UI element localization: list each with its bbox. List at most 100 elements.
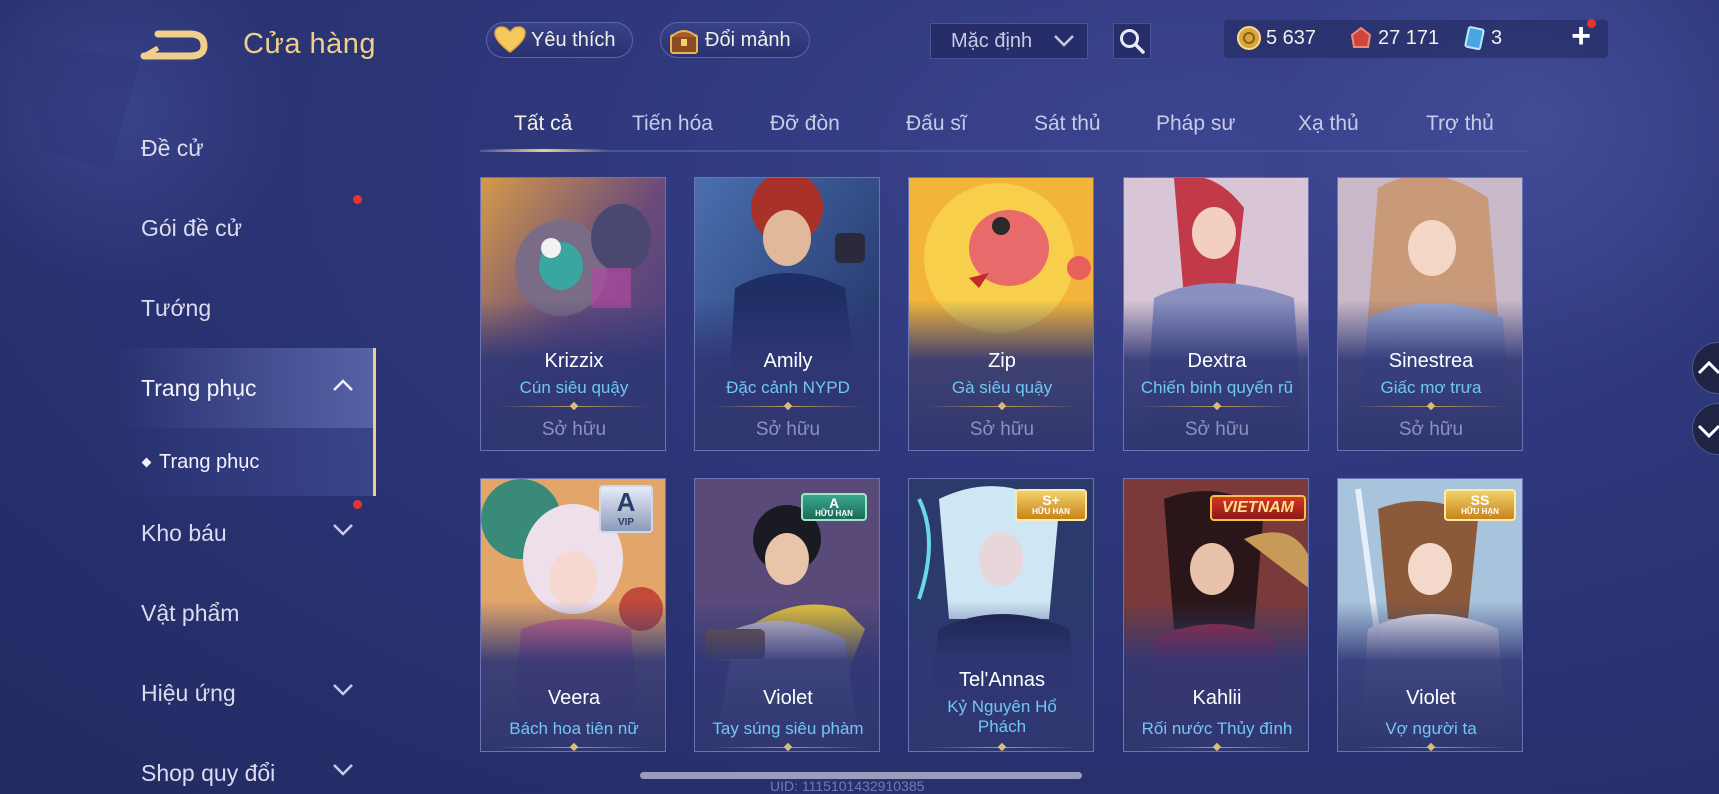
- sidebar-item-label: Hiệu ứng: [141, 679, 236, 706]
- sidebar-item-treasure[interactable]: Kho báu: [0, 493, 376, 573]
- hero-name: Violet: [1406, 687, 1456, 709]
- favorites-button[interactable]: Yêu thích: [486, 22, 633, 58]
- red-voucher-icon: [1350, 26, 1372, 48]
- skin-name: Tay súng siêu phàm: [712, 719, 864, 738]
- sidebar-item-effects[interactable]: Hiệu ứng: [0, 653, 376, 733]
- chevron-down-icon: [333, 524, 353, 536]
- skin-card[interactable]: Dextra Chiến binh quyến rũ Sở hữu: [1123, 177, 1309, 451]
- hero-name: Veera: [547, 687, 601, 709]
- sidebar-item-label: Shop quy đổi: [141, 759, 276, 786]
- card-amount: 3: [1491, 26, 1503, 49]
- notification-dot: [353, 500, 362, 509]
- chevron-up-icon: [333, 379, 353, 391]
- skin-card[interactable]: Zip Gà siêu quậy Sở hữu: [908, 177, 1094, 451]
- owned-status: Sở hữu: [1184, 419, 1250, 440]
- exchange-shards-label: Đổi mảnh: [705, 28, 791, 51]
- skin-card[interactable]: A VIP Veera Bách hoa tiên nữ: [480, 478, 666, 752]
- hero-name: Krizzix: [544, 350, 604, 372]
- tab-mage[interactable]: Pháp sư: [1156, 112, 1235, 136]
- skin-name: Giấc mơ trưa: [1380, 378, 1482, 397]
- home-indicator: [640, 772, 1082, 779]
- sidebar-item-label: Đề cử: [141, 134, 204, 161]
- notification-dot: [353, 195, 362, 204]
- sort-value: Mặc định: [951, 29, 1033, 52]
- tab-fighter[interactable]: Đấu sĩ: [906, 112, 967, 136]
- skin-card[interactable]: Amily Đặc cảnh NYPD Sở hữu: [694, 177, 880, 451]
- skin-card[interactable]: A HỮU HẠN Violet Tay súng siêu phàm: [694, 478, 880, 752]
- skin-card[interactable]: VIETNAM Kahlii Rối nước Thủy đình: [1123, 478, 1309, 752]
- voucher-balance: 27 171: [1348, 25, 1439, 51]
- active-tab-indicator: [480, 149, 608, 152]
- sidebar-item-exchange-shop[interactable]: Shop quy đổi: [0, 733, 376, 794]
- hero-name: Kahlii: [1192, 687, 1242, 709]
- tab-support[interactable]: Trợ thủ: [1426, 112, 1494, 136]
- sidebar-item-label: Gói đề cử: [141, 214, 243, 241]
- page-title: Cửa hàng: [243, 28, 377, 60]
- sidebar-subitem-label: Trang phục: [159, 450, 260, 473]
- owned-status: Sở hữu: [755, 419, 821, 440]
- skin-name: Chiến binh quyến rũ: [1140, 378, 1294, 397]
- hero-name: Zip: [988, 350, 1016, 372]
- sidebar-item-heroes[interactable]: Tướng: [0, 268, 376, 348]
- scroll-down-button[interactable]: [1692, 403, 1719, 455]
- skin-card[interactable]: Krizzix Cún siêu quậy Sở hữu: [480, 177, 666, 451]
- tier-badge: SS HỮU HẠN: [1444, 489, 1516, 521]
- heart-icon: [493, 25, 527, 55]
- tier-badge: S+ HỮU HẠN: [1015, 489, 1087, 521]
- category-tabs: Tất cả Tiến hóa Đỡ đòn Đấu sĩ Sát thủ Ph…: [480, 108, 1528, 152]
- tab-evolution[interactable]: Tiến hóa: [632, 112, 713, 136]
- skin-name: Rối nước Thủy đình: [1141, 719, 1293, 738]
- back-logo-icon[interactable]: [140, 26, 212, 66]
- skin-name: Vợ người ta: [1385, 719, 1477, 738]
- scroll-up-button[interactable]: [1692, 342, 1719, 394]
- sidebar-subitem-skins[interactable]: Trang phục: [0, 428, 376, 496]
- skin-name: Kỷ Nguyên Hổ Phách: [947, 697, 1057, 736]
- favorites-label: Yêu thích: [531, 28, 616, 51]
- chevron-up-icon: [1697, 360, 1719, 375]
- skin-card[interactable]: S+ HỮU HẠN Tel'Annas Kỷ Nguyên Hổ Phách: [908, 478, 1094, 752]
- skin-name: Gà siêu quậy: [951, 378, 1053, 397]
- gold-balance: 5 637: [1236, 25, 1316, 51]
- tab-tank[interactable]: Đỡ đòn: [770, 112, 840, 136]
- tab-all[interactable]: Tất cả: [514, 112, 572, 136]
- sidebar-item-label: Kho báu: [141, 519, 227, 546]
- tab-assassin[interactable]: Sát thủ: [1034, 112, 1101, 136]
- chevron-down-icon: [333, 764, 353, 776]
- owned-status: Sở hữu: [969, 419, 1035, 440]
- skin-name: Đặc cảnh NYPD: [726, 378, 850, 397]
- gold-coin-icon: [1237, 26, 1261, 50]
- user-id-text: UID: 1115101432910385: [770, 778, 925, 794]
- sidebar: Đề cử Gói đề cử Tướng Trang phục Trang p…: [0, 100, 376, 794]
- hero-name: Violet: [763, 687, 813, 709]
- chevron-down-icon: [1697, 424, 1719, 439]
- sidebar-item-label: Trang phục: [141, 374, 257, 401]
- card-balance: 3: [1461, 25, 1502, 51]
- sidebar-item-skins[interactable]: Trang phục: [0, 348, 376, 428]
- sidebar-item-label: Tướng: [141, 294, 212, 321]
- exchange-shards-button[interactable]: Đổi mảnh: [660, 22, 810, 58]
- bullet-icon: [141, 457, 152, 467]
- sidebar-item-recommended[interactable]: Đề cử: [0, 108, 376, 188]
- search-icon: [1120, 29, 1145, 54]
- hero-name: Amily: [763, 350, 813, 372]
- skin-name: Bách hoa tiên nữ: [509, 719, 639, 738]
- search-button[interactable]: [1113, 23, 1151, 59]
- sidebar-item-recommended-packs[interactable]: Gói đề cử: [0, 188, 376, 268]
- skin-card[interactable]: SS HỮU HẠN Violet Vợ người ta: [1337, 478, 1523, 752]
- hero-name: Tel'Annas: [958, 669, 1046, 691]
- tier-badge: VIETNAM: [1210, 495, 1306, 521]
- chevron-down-icon: [333, 684, 353, 696]
- tier-badge: A HỮU HẠN: [801, 493, 867, 521]
- owned-status: Sở hữu: [541, 419, 607, 440]
- owned-status: Sở hữu: [1398, 419, 1464, 440]
- blue-card-icon: [1464, 26, 1485, 51]
- chevron-down-icon: [1054, 35, 1074, 47]
- tab-marksman[interactable]: Xạ thủ: [1298, 112, 1359, 136]
- sidebar-item-label: Vật phẩm: [141, 599, 240, 626]
- sort-dropdown[interactable]: Mặc định: [930, 23, 1088, 59]
- skin-name: Cún siêu quậy: [519, 378, 629, 397]
- tier-badge: A VIP: [599, 485, 653, 533]
- sidebar-item-items[interactable]: Vật phẩm: [0, 573, 376, 653]
- skin-card[interactable]: Sinestrea Giấc mơ trưa Sở hữu: [1337, 177, 1523, 451]
- treasure-chest-icon: [667, 25, 701, 55]
